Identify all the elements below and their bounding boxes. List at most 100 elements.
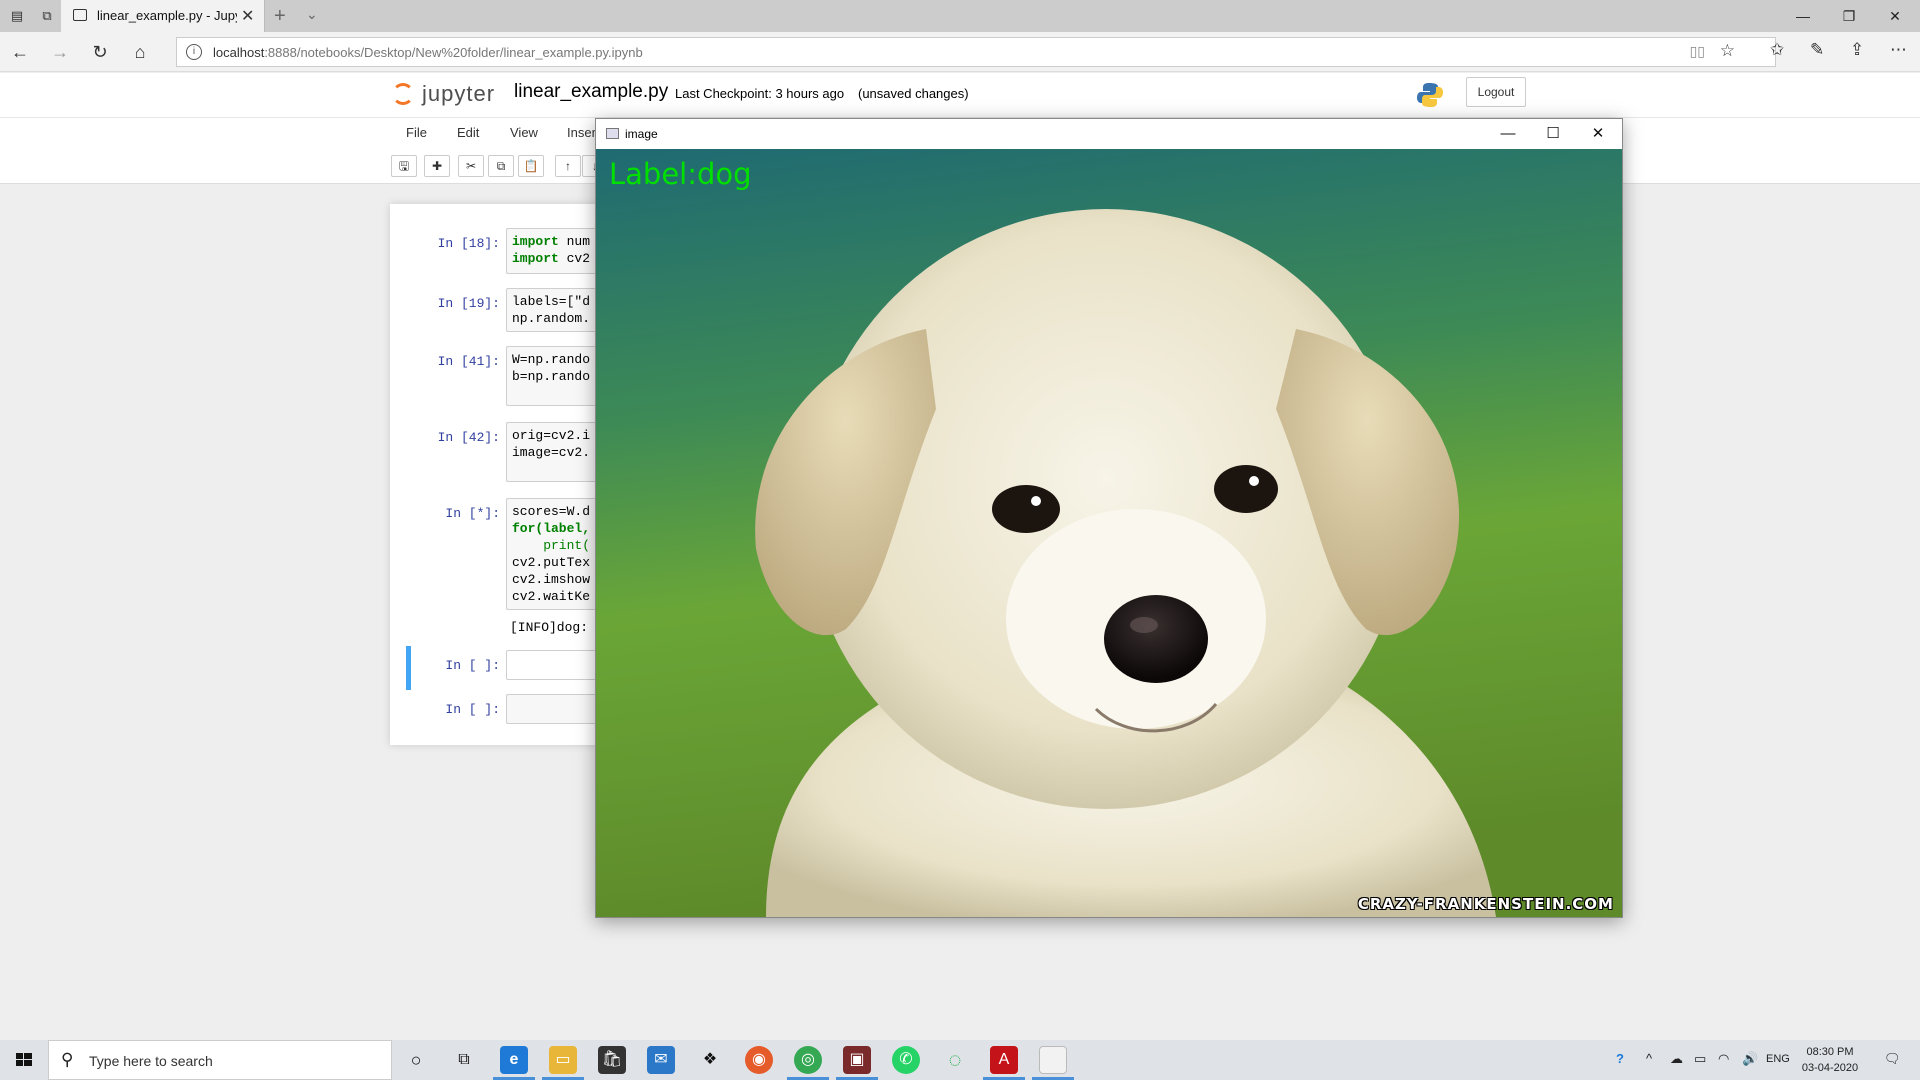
menu-view[interactable]: View bbox=[510, 125, 538, 140]
edge-icon[interactable]: e bbox=[500, 1046, 528, 1074]
refresh-icon[interactable]: ↻ bbox=[88, 40, 112, 64]
wifi-icon[interactable]: ◠ bbox=[1718, 1051, 1729, 1067]
tab-actions-icon[interactable]: ▤ bbox=[8, 7, 26, 25]
file-explorer-icon[interactable]: ▭ bbox=[549, 1046, 577, 1074]
url-path: :8888/notebooks/Desktop/New%20folder/lin… bbox=[264, 45, 643, 60]
taskbar-search-box[interactable]: ⚲ Type here to search bbox=[48, 1040, 392, 1080]
code-line: labels=["d bbox=[512, 294, 591, 309]
new-tab-icon[interactable]: + bbox=[274, 5, 286, 28]
copy-icon[interactable]: ⧉ bbox=[488, 155, 514, 177]
minimize-icon[interactable]: — bbox=[1780, 4, 1826, 28]
cell-prompt: In [ ]: bbox=[445, 702, 500, 717]
tab-list-chevron-icon[interactable]: ⌄ bbox=[306, 6, 318, 23]
address-bar[interactable]: i localhost:8888/notebooks/Desktop/New%2… bbox=[176, 37, 1776, 67]
jupyter-logo[interactable]: jupyter bbox=[392, 77, 502, 111]
notebook-name[interactable]: linear_example.py bbox=[514, 81, 668, 103]
close-window-icon[interactable]: ✕ bbox=[1872, 4, 1918, 28]
checkpoint-status: Last Checkpoint: 3 hours ago bbox=[675, 86, 845, 101]
cortana-icon[interactable]: ○ bbox=[402, 1046, 430, 1074]
forward-icon[interactable]: → bbox=[48, 40, 72, 64]
close-icon[interactable]: ✕ bbox=[1578, 122, 1618, 146]
image-window-titlebar[interactable]: image — ☐ ✕ bbox=[596, 119, 1622, 149]
whatsapp-icon[interactable]: ✆ bbox=[892, 1046, 920, 1074]
code-line: np.random. bbox=[512, 311, 591, 326]
cell-prompt: In [18]: bbox=[437, 236, 500, 251]
site-info-icon[interactable]: i bbox=[186, 44, 202, 60]
store-icon[interactable]: 🛍 bbox=[598, 1046, 626, 1074]
cut-icon[interactable]: ✂ bbox=[458, 155, 484, 177]
favorites-hub-icon[interactable]: ✩ bbox=[1770, 40, 1784, 60]
browser-nav-bar: ← → ↻ ⌂ i localhost:8888/notebooks/Deskt… bbox=[0, 32, 1920, 72]
clock-date: 03-04-2020 bbox=[1801, 1062, 1859, 1074]
windows-taskbar: ⚲ Type here to search ○ ⧉ e ▭ 🛍 ✉ ❖ ◉ ◎ … bbox=[0, 1040, 1920, 1080]
browser-tab-bar: ▤ ⧉ linear_example.py - Jupyter ✕ + ⌄ — … bbox=[0, 0, 1920, 32]
keyword-import: import bbox=[512, 251, 559, 266]
chrome-icon[interactable]: ◎ bbox=[794, 1046, 822, 1074]
more-icon[interactable]: ⋯ bbox=[1890, 40, 1907, 60]
jupyter-header: jupyter linear_example.py Last Checkpoin… bbox=[0, 73, 1920, 118]
code-line: image=cv2. bbox=[512, 445, 591, 460]
browser-tab[interactable]: linear_example.py - Jupyter ✕ bbox=[61, 0, 265, 32]
clock-time: 08:30 PM bbox=[1806, 1046, 1854, 1058]
code-line: cv2.waitKe bbox=[512, 589, 591, 604]
url-text: localhost:8888/notebooks/Desktop/New%20f… bbox=[213, 45, 643, 60]
plus-icon[interactable]: ✚ bbox=[424, 155, 450, 177]
back-icon[interactable]: ← bbox=[8, 40, 32, 64]
save-icon[interactable]: 🖫 bbox=[391, 155, 417, 177]
python-logo-icon bbox=[1417, 83, 1443, 107]
cell-prompt: In [19]: bbox=[437, 296, 500, 311]
share-icon[interactable]: ⇪ bbox=[1850, 40, 1864, 60]
label-overlay: Label:dog bbox=[609, 157, 752, 191]
unsaved-status: (unsaved changes) bbox=[858, 86, 969, 101]
help-icon[interactable]: ? bbox=[1616, 1051, 1624, 1066]
language-indicator[interactable]: ENG bbox=[1766, 1053, 1790, 1065]
code-line: orig=cv2.i bbox=[512, 428, 591, 443]
code-line: W=np.rando bbox=[512, 352, 591, 367]
code-line: cv2.imshow bbox=[512, 572, 591, 587]
search-placeholder: Type here to search bbox=[89, 1053, 213, 1069]
mail-icon[interactable]: ✉ bbox=[647, 1046, 675, 1074]
paste-icon[interactable]: 📋 bbox=[518, 155, 544, 177]
reading-view-icon[interactable]: ▯▯ bbox=[1690, 43, 1705, 60]
blank-document-icon[interactable] bbox=[1039, 1046, 1067, 1074]
menu-edit[interactable]: Edit bbox=[457, 125, 479, 140]
dropbox-icon[interactable]: ❖ bbox=[696, 1046, 724, 1074]
code-line: print( bbox=[512, 538, 591, 553]
tab-aside-icon[interactable]: ⧉ bbox=[38, 7, 56, 25]
image-window-title: image bbox=[625, 127, 658, 141]
logout-button[interactable]: Logout bbox=[1466, 77, 1526, 107]
clock[interactable]: 08:30 PM 03-04-2020 bbox=[1792, 1044, 1868, 1076]
menu-file[interactable]: File bbox=[406, 125, 427, 140]
favorite-star-icon[interactable]: ☆ bbox=[1720, 41, 1735, 61]
puppy-image: Label:dog CRAZY-FRANKENSTEIN.COM bbox=[596, 149, 1622, 917]
window-app-icon bbox=[606, 128, 619, 139]
code-line: num bbox=[566, 234, 591, 249]
restore-icon[interactable]: ❐ bbox=[1826, 4, 1872, 28]
acrobat-icon[interactable]: A bbox=[990, 1046, 1018, 1074]
cell-prompt: In [41]: bbox=[437, 354, 500, 369]
image-window[interactable]: image — ☐ ✕ Label:dog CRAZY-FRANKENSTEIN… bbox=[595, 118, 1623, 918]
volume-icon[interactable]: 🔊 bbox=[1742, 1051, 1758, 1067]
home-icon[interactable]: ⌂ bbox=[128, 40, 152, 64]
maximize-icon[interactable]: ☐ bbox=[1533, 122, 1573, 146]
cell-output: [INFO]dog: bbox=[510, 620, 589, 635]
media-app-icon[interactable]: ▣ bbox=[843, 1046, 871, 1074]
notifications-icon[interactable]: 🗨 bbox=[1884, 1051, 1901, 1067]
green-ring-app-icon[interactable]: ◌ bbox=[941, 1046, 969, 1074]
cell-prompt: In [ ]: bbox=[445, 658, 500, 673]
windows-start-icon[interactable] bbox=[0, 1040, 48, 1080]
tab-close-icon[interactable]: ✕ bbox=[241, 6, 254, 26]
cell-prompt: In [42]: bbox=[437, 430, 500, 445]
task-view-icon[interactable]: ⧉ bbox=[450, 1046, 478, 1074]
jupyter-logo-text: jupyter bbox=[422, 81, 496, 106]
firefox-icon[interactable]: ◉ bbox=[745, 1046, 773, 1074]
arrow-up-icon[interactable]: ↑ bbox=[555, 155, 581, 177]
battery-icon[interactable]: ▭ bbox=[1694, 1051, 1706, 1067]
code-line: scores=W.d bbox=[512, 504, 591, 519]
minimize-icon[interactable]: — bbox=[1488, 122, 1528, 146]
cloud-sync-icon[interactable]: ☁ bbox=[1670, 1051, 1683, 1067]
cell-prompt: In [*]: bbox=[445, 506, 500, 521]
tray-chevron-up-icon[interactable]: ^ bbox=[1646, 1051, 1652, 1066]
pen-notes-icon[interactable]: ✎ bbox=[1810, 40, 1824, 60]
watermark: CRAZY-FRANKENSTEIN.COM bbox=[1357, 895, 1614, 913]
